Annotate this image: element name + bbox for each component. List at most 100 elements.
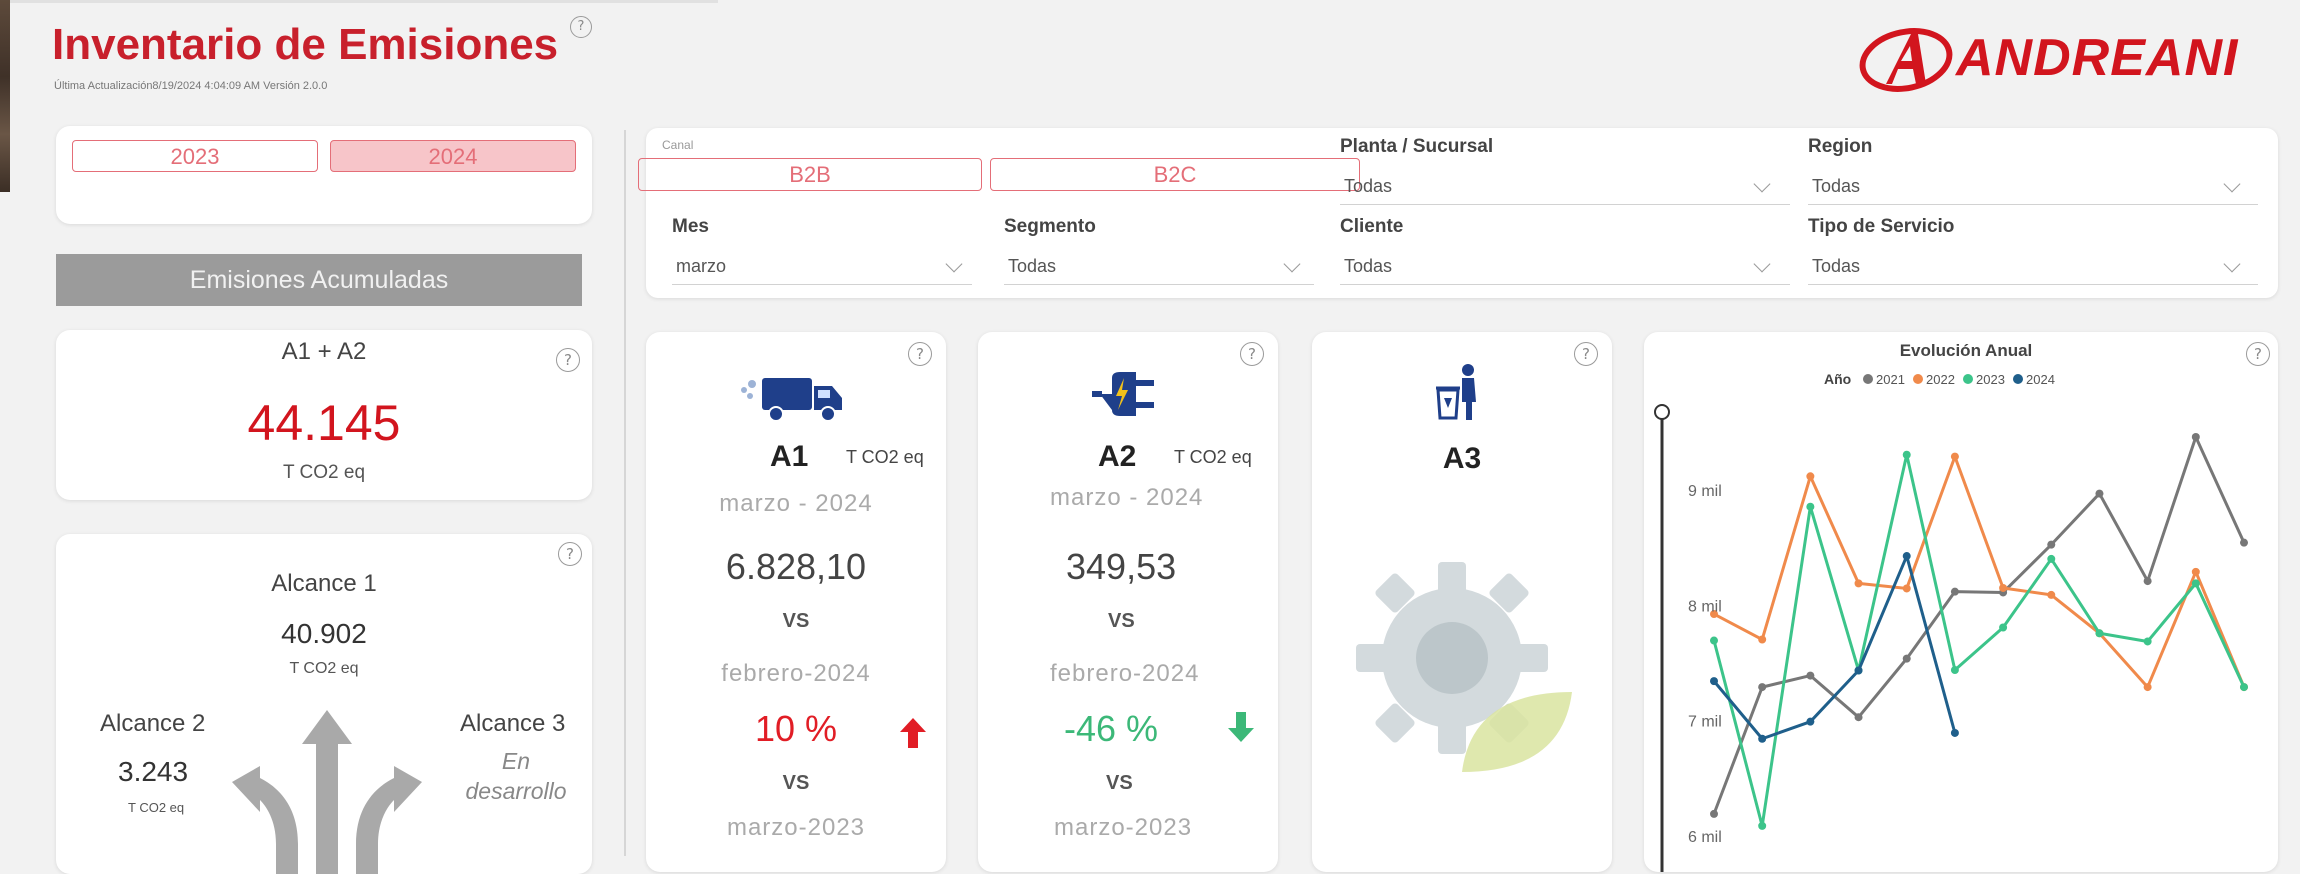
three-arrows-icon (232, 710, 422, 874)
andreani-logo: ANDREANI (1856, 24, 2266, 94)
data-point-2022 (1902, 584, 1911, 593)
cliente-label: Cliente (1340, 216, 1404, 237)
filter-panel: Canal B2B B2C Planta / Sucursal Todas Re… (638, 128, 2278, 298)
year-button-2024[interactable]: 2024 (330, 140, 576, 172)
cliente-underline (1340, 284, 1790, 285)
page-title: Inventario de Emisiones (52, 20, 559, 69)
legend-label: 2024 (2026, 372, 2055, 387)
data-point-2023 (1806, 502, 1815, 511)
data-point-2021 (1710, 809, 1718, 818)
help-icon[interactable]: ? (908, 342, 932, 366)
a1-unit: T CO2 eq (846, 447, 924, 467)
data-point-2023 (2047, 554, 2056, 563)
y-tick-label: 7 mil (1688, 714, 1722, 731)
data-point-2021 (1758, 683, 1767, 692)
a1-vs2-label: VS (782, 772, 810, 794)
legend-marker (2013, 374, 2023, 384)
chevron-down-icon[interactable] (2223, 175, 2241, 193)
a1-a2-unit: T CO2 eq (282, 462, 366, 483)
alcance1-value: 40.902 (281, 618, 367, 649)
segmento-dropdown-value[interactable]: Todas (1008, 256, 1056, 277)
planta-dropdown-value[interactable]: Todas (1344, 176, 1392, 197)
alcance1-label: Alcance 1 (271, 570, 377, 597)
data-point-2022 (2047, 590, 2056, 599)
chevron-down-icon[interactable] (2223, 255, 2241, 273)
legend-label: 2023 (1976, 372, 2005, 387)
chevron-down-icon[interactable] (1283, 255, 1301, 273)
series-line-2023 (1712, 453, 2246, 828)
vertical-divider (624, 130, 626, 856)
kpi-a2-card: ? A2 T CO2 eq marzo - 2024 349,53 VS feb… (978, 332, 1278, 872)
mes-dropdown-value[interactable]: marzo (676, 256, 726, 277)
emisiones-acumuladas-banner: Emisiones Acumuladas (56, 254, 582, 306)
segmento-underline (1004, 284, 1314, 285)
truck-icon (741, 378, 842, 422)
data-point-2022 (1999, 583, 2008, 592)
data-point-2023 (1758, 821, 1767, 830)
a1-a2-title: A1 + A2 (281, 338, 367, 365)
gear-leaf-icon (1356, 562, 1572, 772)
a2-compare-period2: marzo-2023 (1054, 814, 1193, 841)
chart-series (1710, 432, 2248, 830)
alcance-card: ? Alcance 1 40.902 T CO2 eq Alcance 2 3.… (56, 534, 592, 874)
data-point-2022 (2191, 567, 2200, 576)
andreani-logo-mark (1859, 28, 1953, 92)
data-point-2023 (2240, 683, 2248, 692)
arrow-up-icon (900, 718, 926, 748)
legend-marker (1863, 374, 1873, 384)
y-tick-label: 9 mil (1688, 483, 1722, 500)
data-point-2023 (1710, 636, 1718, 645)
mes-label: Mes (672, 216, 709, 237)
help-icon[interactable]: ? (570, 16, 592, 38)
legend-label: 2022 (1926, 372, 1955, 387)
data-point-2023 (1902, 450, 1911, 459)
region-label: Region (1808, 136, 1873, 157)
chevron-down-icon[interactable] (945, 255, 963, 273)
chevron-down-icon[interactable] (1753, 175, 1771, 193)
alcance2-unit: T CO2 eq (128, 800, 185, 815)
data-point-2021 (1854, 713, 1863, 722)
data-point-2024 (1758, 734, 1767, 743)
region-dropdown-value[interactable]: Todas (1812, 176, 1860, 197)
chart-title: Evolución Anual (1900, 341, 2033, 360)
help-icon[interactable]: ? (1574, 342, 1598, 366)
canal-b2c-button[interactable]: B2C (990, 158, 1360, 191)
window-top-border (10, 0, 718, 3)
arrow-down-icon (1228, 712, 1254, 742)
cliente-dropdown-value[interactable]: Todas (1344, 256, 1392, 277)
canal-b2b-button[interactable]: B2B (638, 158, 982, 191)
data-point-2022 (1758, 635, 1767, 644)
evolucion-anual-chart: Evolución Anual Año 2021 2022 2023 2024 6 mi… (1654, 341, 2248, 872)
y-tick-label: 6 mil (1688, 829, 1722, 846)
help-icon[interactable]: ? (556, 348, 580, 372)
a1-a2-value: 44.145 (247, 395, 401, 451)
planta-underline (1340, 204, 1790, 205)
year-button-2023[interactable]: 2023 (72, 140, 318, 172)
data-point-2021 (2143, 577, 2152, 586)
a1-a2-card: A1 + A2 ? 44.145 T CO2 eq (56, 330, 592, 500)
tipo-servicio-dropdown-value[interactable]: Todas (1812, 256, 1860, 277)
kpi-a3-card: ? A3 (1312, 332, 1612, 872)
a2-vs2-label: VS (1106, 772, 1133, 794)
a2-compare-period: febrero-2024 (1050, 660, 1200, 687)
legend-title: Año (1824, 371, 1851, 387)
data-point-2024 (1806, 717, 1815, 726)
zoom-slider-handle (1654, 404, 1670, 420)
region-underline (1808, 204, 2258, 205)
a1-compare-period2: marzo-2023 (726, 814, 866, 841)
a3-title: A3 (1442, 442, 1482, 475)
chevron-down-icon[interactable] (1753, 255, 1771, 273)
legend-marker (1963, 374, 1973, 384)
data-point-2021 (2095, 489, 2104, 498)
data-point-2023 (2095, 629, 2104, 638)
help-icon[interactable]: ? (1240, 342, 1264, 366)
data-point-2023 (2143, 637, 2152, 646)
data-point-2024 (1854, 666, 1863, 675)
data-point-2022 (1854, 579, 1863, 588)
a2-value: 349,53 (1066, 546, 1177, 587)
a1-title: A1 (770, 440, 809, 473)
help-icon[interactable]: ? (558, 542, 582, 566)
a2-change: -46 % (1064, 708, 1159, 749)
alcance3-label: Alcance 3 (460, 710, 566, 737)
tipo-servicio-label: Tipo de Servicio (1808, 216, 1955, 237)
